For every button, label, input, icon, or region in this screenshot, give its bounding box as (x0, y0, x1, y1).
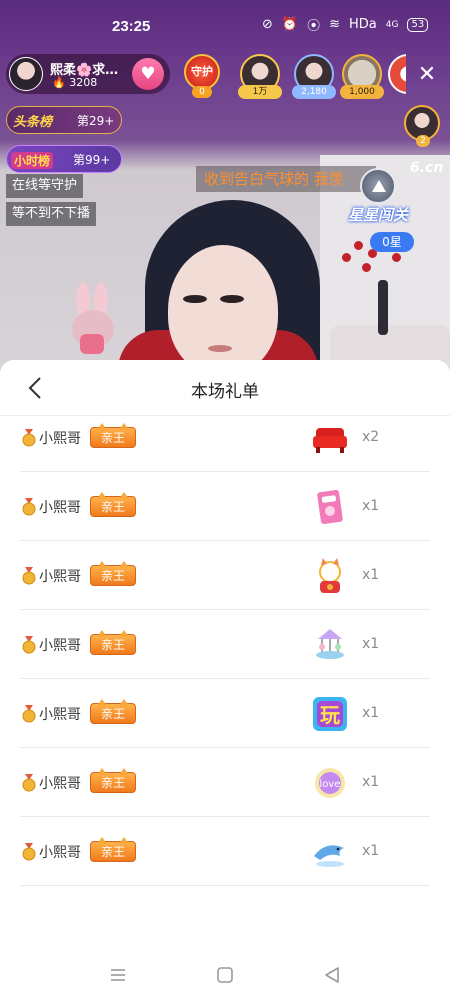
medal-icon (22, 429, 36, 447)
streamer-mouth (208, 345, 232, 352)
dolphin-icon (310, 832, 350, 872)
battery-icon: 53 (407, 17, 429, 32)
home-icon[interactable] (213, 963, 237, 987)
hourly-rank-label: 小时榜 (11, 152, 54, 169)
guard-shield-icon: 守护 (184, 54, 220, 90)
pink-card-icon (310, 487, 350, 527)
rank-title-badge: 亲王 (90, 837, 136, 862)
viewer-contribution: 1万 (238, 85, 282, 99)
gift-quantity: x1 (362, 636, 380, 652)
viewer-avatar[interactable]: 1万 (238, 54, 282, 100)
headline-rank-value: 第29+ (77, 114, 115, 128)
gift-quantity: x1 (362, 567, 380, 583)
sheet-header: 本场礼单 (0, 360, 450, 416)
gift-quantity: x1 (362, 498, 380, 514)
close-icon[interactable]: ✕ (416, 64, 438, 86)
avatar (388, 54, 406, 94)
fans-count: 3208 (69, 76, 98, 89)
list-item[interactable]: 小熙哥 亲王 love x1 (20, 748, 430, 817)
streamer-note: 等不到不下播 (6, 202, 97, 226)
gift-quantity: x1 (362, 774, 380, 790)
play-sign-icon: 玩 (310, 694, 350, 734)
list-item[interactable]: 小熙哥 亲王 x1 (20, 541, 430, 610)
star-game-widget[interactable]: 星星闯关 0星 (338, 168, 418, 258)
flame-icon: 🔥 (52, 76, 66, 89)
hourly-rank-value: 第99+ (73, 153, 111, 167)
bunny-plush (62, 282, 122, 362)
rank-title-badge: 亲王 (90, 630, 136, 655)
medal-icon (22, 705, 36, 723)
streamer-note: 在线等守护 (6, 174, 84, 198)
sender-name[interactable]: 小熙哥 (39, 635, 81, 655)
system-nav-bar (0, 950, 450, 1000)
gift-quantity: x1 (362, 705, 380, 721)
medal-icon (22, 774, 36, 792)
carousel-icon (310, 625, 350, 665)
viewer-contribution: 1,000 (340, 85, 384, 99)
guard-badge[interactable]: 守护 0 (178, 52, 226, 98)
sheet-title: 本场礼单 (191, 382, 259, 402)
sender-name[interactable]: 小熙哥 (39, 842, 81, 862)
viewer-contribution: 2,180 (292, 85, 336, 99)
sender-name[interactable]: 小熙哥 (39, 566, 81, 586)
sender-name[interactable]: 小熙哥 (39, 773, 81, 793)
list-item[interactable]: 小熙哥 亲王 玩 x1 (20, 679, 430, 748)
host-avatar[interactable] (9, 57, 43, 91)
hourly-rank-button[interactable]: 小时榜 第99+ (6, 145, 122, 173)
list-item[interactable]: 小熙哥 亲王 x1 (20, 472, 430, 541)
sender-name[interactable]: 小熙哥 (39, 428, 81, 448)
vase (378, 280, 388, 335)
viewer-avatar[interactable] (386, 54, 406, 100)
rank-title-badge: 亲王 (90, 768, 136, 793)
rank-title-badge: 亲王 (90, 492, 136, 517)
medal-icon (22, 567, 36, 585)
lucky-cat-icon (310, 556, 350, 596)
svg-text:love: love (320, 779, 341, 790)
signal-label: 4G (385, 19, 399, 30)
sender-name[interactable]: 小熙哥 (39, 497, 81, 517)
gift-list[interactable]: 小熙哥 亲王 x2 小熙哥 亲王 x2 小熙哥 亲王 x1 小熙哥 亲王 x1 (0, 360, 450, 886)
gift-list-sheet: 小熙哥 亲王 x2 小熙哥 亲王 x2 小熙哥 亲王 x1 小熙哥 亲王 x1 (0, 360, 450, 950)
medal-icon (22, 843, 36, 861)
back-icon[interactable] (320, 963, 344, 987)
headline-rank-label: 头条榜 (13, 115, 53, 130)
follow-heart-button[interactable]: ♥ (132, 58, 164, 90)
guard-count: 0 (192, 86, 212, 98)
wifi-icon: ≋ (329, 17, 341, 32)
viewer-avatar[interactable]: 2,180 (292, 54, 336, 100)
medal-icon (22, 498, 36, 516)
sender-name[interactable]: 小熙哥 (39, 704, 81, 724)
streamer-eye (220, 295, 244, 303)
status-bar: 23:25 ⊘ ⏰ ⦿ ≋ HDa 4G 53 (0, 0, 450, 50)
headline-rank-button[interactable]: 头条榜 第29+ (6, 106, 122, 134)
star-game-title: 星星闯关 (347, 206, 408, 224)
streamer-face (168, 245, 278, 375)
red-sofa-icon (310, 418, 350, 458)
status-time: 23:25 (112, 18, 151, 35)
svg-text:玩: 玩 (320, 703, 340, 727)
alarm-icon: ⏰ (281, 17, 299, 32)
star-count: 0星 (370, 232, 414, 252)
medal-icon (22, 636, 36, 654)
list-item[interactable]: 小熙哥 亲王 x1 (20, 610, 430, 679)
viewer-avatar[interactable]: 1,000 (340, 54, 384, 100)
top-fan-number: 2 (416, 135, 430, 147)
streamer-eye (183, 295, 207, 303)
rank-title-badge: 亲王 (90, 423, 136, 448)
star-game-icon (360, 168, 396, 204)
location-icon: ⦿ (307, 19, 321, 34)
rank-title-badge: 亲王 (90, 561, 136, 586)
network-type: HDa (349, 17, 377, 32)
rank-title-badge: 亲王 (90, 699, 136, 724)
gift-quantity: x1 (362, 843, 380, 859)
vibrate-off-icon: ⊘ (262, 17, 273, 32)
top-fan-avatar[interactable]: 2 (404, 105, 442, 149)
gift-quantity: x2 (362, 429, 380, 445)
love-badge-icon: love (310, 763, 350, 803)
host-fans: 🔥 3208 (52, 76, 97, 89)
menu-icon[interactable] (106, 963, 130, 987)
list-item[interactable]: 小熙哥 亲王 x1 (20, 817, 430, 886)
